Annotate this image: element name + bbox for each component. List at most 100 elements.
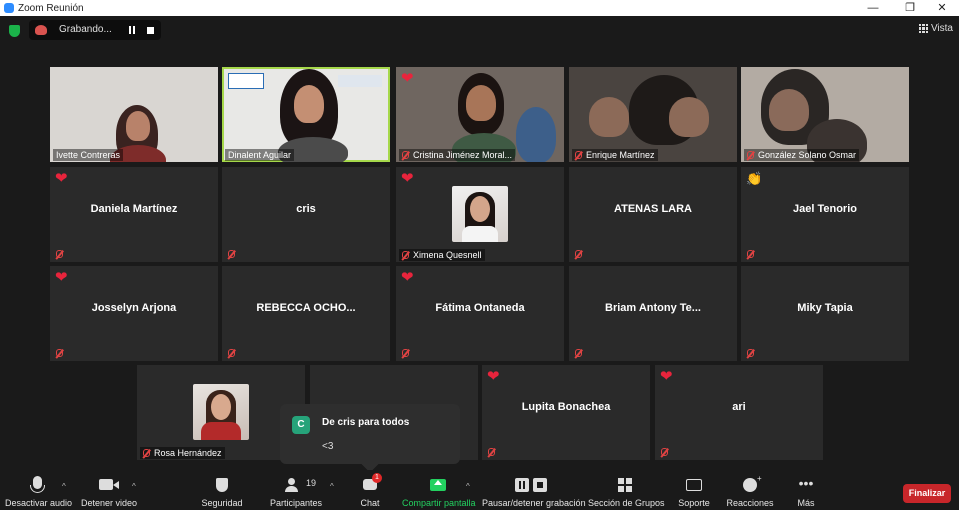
minimize-button[interactable]: — [859,0,887,16]
chat-button[interactable]: 1 Chat [352,473,388,508]
mic-muted-icon [402,151,409,159]
mic-muted-icon [575,151,582,159]
participant-tile-miky[interactable]: Miky Tapia [741,266,909,361]
video-options-caret-icon[interactable]: ^ [132,482,136,491]
participant-name-label: Enrique Martínez [572,149,658,161]
participant-name: cris [296,203,316,215]
heart-reaction-icon: ❤ [401,70,414,87]
participant-tile-cris[interactable]: cris [222,167,390,262]
mic-muted-icon [575,349,582,357]
security-shield-icon[interactable] [9,25,20,37]
participant-name-label: Cristina Jiménez Moral... [399,149,516,161]
breakout-rooms-button[interactable]: Sección de Grupos [588,476,665,508]
meeting-toolbar: Desactivar audio ^ Detener video ^ Segur… [0,470,959,510]
participant-name-label: Ivette Contreras [53,149,124,161]
participants-icon: 19 [268,476,324,494]
participant-video [741,67,909,162]
shield-icon [198,476,246,494]
mic-muted-icon [488,448,495,456]
participants-button[interactable]: 19 Participantes [268,476,324,508]
meeting-topbar: Grabando... Vista [0,16,959,46]
share-options-caret-icon[interactable]: ^ [466,482,470,491]
profile-photo [452,186,508,242]
participant-name: Josselyn Arjona [91,302,177,314]
mic-muted-icon [228,250,235,258]
video-tile-ivette[interactable]: Ivette Contreras [50,67,218,162]
zoom-app-icon [4,3,14,13]
support-cast-icon [675,476,713,494]
maximize-button[interactable]: ❐ [896,0,924,16]
participant-tile-atenas[interactable]: ATENAS LARA [569,167,737,262]
participant-name-label: Rosa Hernández [140,447,225,459]
heart-reaction-icon: ❤ [487,368,500,385]
participant-name: Jael Tenorio [793,203,857,215]
heart-reaction-icon: ❤ [401,170,414,187]
heart-reaction-icon: ❤ [55,170,68,187]
heart-reaction-icon: ❤ [660,368,673,385]
participant-name: ATENAS LARA [613,203,692,215]
profile-photo [193,384,249,440]
window-titlebar: Zoom Reunión — ❐ ✕ [0,0,959,16]
recording-indicator: Grabando... [29,20,161,40]
mic-muted-icon [747,349,754,357]
participant-tile-fatima[interactable]: ❤ Fátima Ontaneda [396,266,564,361]
mic-muted-icon [56,349,63,357]
participant-name-label: Ximena Quesnell [399,249,485,261]
grid-view-icon [918,24,928,33]
mic-muted-icon [747,250,754,258]
chat-bubble-icon: 1 [352,473,388,494]
participant-tile-briam[interactable]: Briam Antony Te... [569,266,737,361]
support-button[interactable]: Soporte [675,476,713,508]
video-tile-enrique[interactable]: Enrique Martínez [569,67,737,162]
view-button[interactable]: Vista [918,23,953,34]
reactions-button[interactable]: + Reacciones [726,474,774,508]
mic-muted-icon [402,349,409,357]
participant-tile-ari[interactable]: ❤ ari [655,365,823,460]
participant-tile-ximena[interactable]: ❤ Ximena Quesnell [396,167,564,262]
heart-reaction-icon: ❤ [55,269,68,286]
end-meeting-button[interactable]: Finalizar [903,484,951,503]
close-button[interactable]: ✕ [928,0,956,16]
participant-name-label: González Solano Osmar [744,149,860,161]
mic-muted-icon [402,251,409,259]
pause-recording-icon[interactable] [127,25,137,35]
mic-muted-icon [56,250,63,258]
more-button[interactable]: ••• Más [792,476,820,508]
window-title: Zoom Reunión [18,2,84,14]
participant-name: Lupita Bonachea [521,401,611,413]
participant-video [569,67,737,162]
participant-tile-jael[interactable]: 👏 Jael Tenorio [741,167,909,262]
participant-tile-lupita[interactable]: ❤ Lupita Bonachea [482,365,650,460]
participant-tile-rebecca[interactable]: REBECCA OCHO... [222,266,390,361]
more-dots-icon: ••• [798,475,814,491]
clap-reaction-icon: 👏 [746,171,763,186]
participant-name: Daniela Martínez [90,203,178,215]
participant-video [50,67,218,162]
stop-video-button[interactable]: Detener video [80,476,138,508]
video-tile-osmar[interactable]: González Solano Osmar [741,67,909,162]
participant-video [396,67,564,162]
participant-name: Fátima Ontaneda [435,302,525,314]
mute-button[interactable]: Desactivar audio [5,476,72,508]
participant-tile-josselyn[interactable]: ❤ Josselyn Arjona [50,266,218,361]
participant-name: ari [732,401,746,413]
view-label: Vista [930,23,953,34]
audio-options-caret-icon[interactable]: ^ [62,482,66,491]
video-tile-dinalent[interactable]: Dinalent Aguilar [222,67,390,162]
participant-name: Miky Tapia [797,302,853,314]
share-screen-icon [402,476,474,494]
sender-avatar: C [292,416,310,434]
participants-options-caret-icon[interactable]: ^ [330,482,334,491]
video-tile-cristina[interactable]: ❤ Cristina Jiménez Moral... [396,67,564,162]
pause-stop-recording-button[interactable]: Pausar/detener grabación [482,476,586,508]
recording-status: Grabando... [59,24,112,35]
chat-notification-popup[interactable]: C De cris para todos <3 [280,404,460,473]
chat-message: <3 [322,441,334,452]
mic-muted-icon [747,151,754,159]
security-button[interactable]: Seguridad [198,476,246,508]
participant-video [222,67,390,162]
heart-reaction-icon: ❤ [401,269,414,286]
stop-recording-icon[interactable] [147,27,154,34]
share-screen-button[interactable]: Compartir pantalla [402,476,476,508]
participant-tile-daniela[interactable]: ❤ Daniela Martínez [50,167,218,262]
